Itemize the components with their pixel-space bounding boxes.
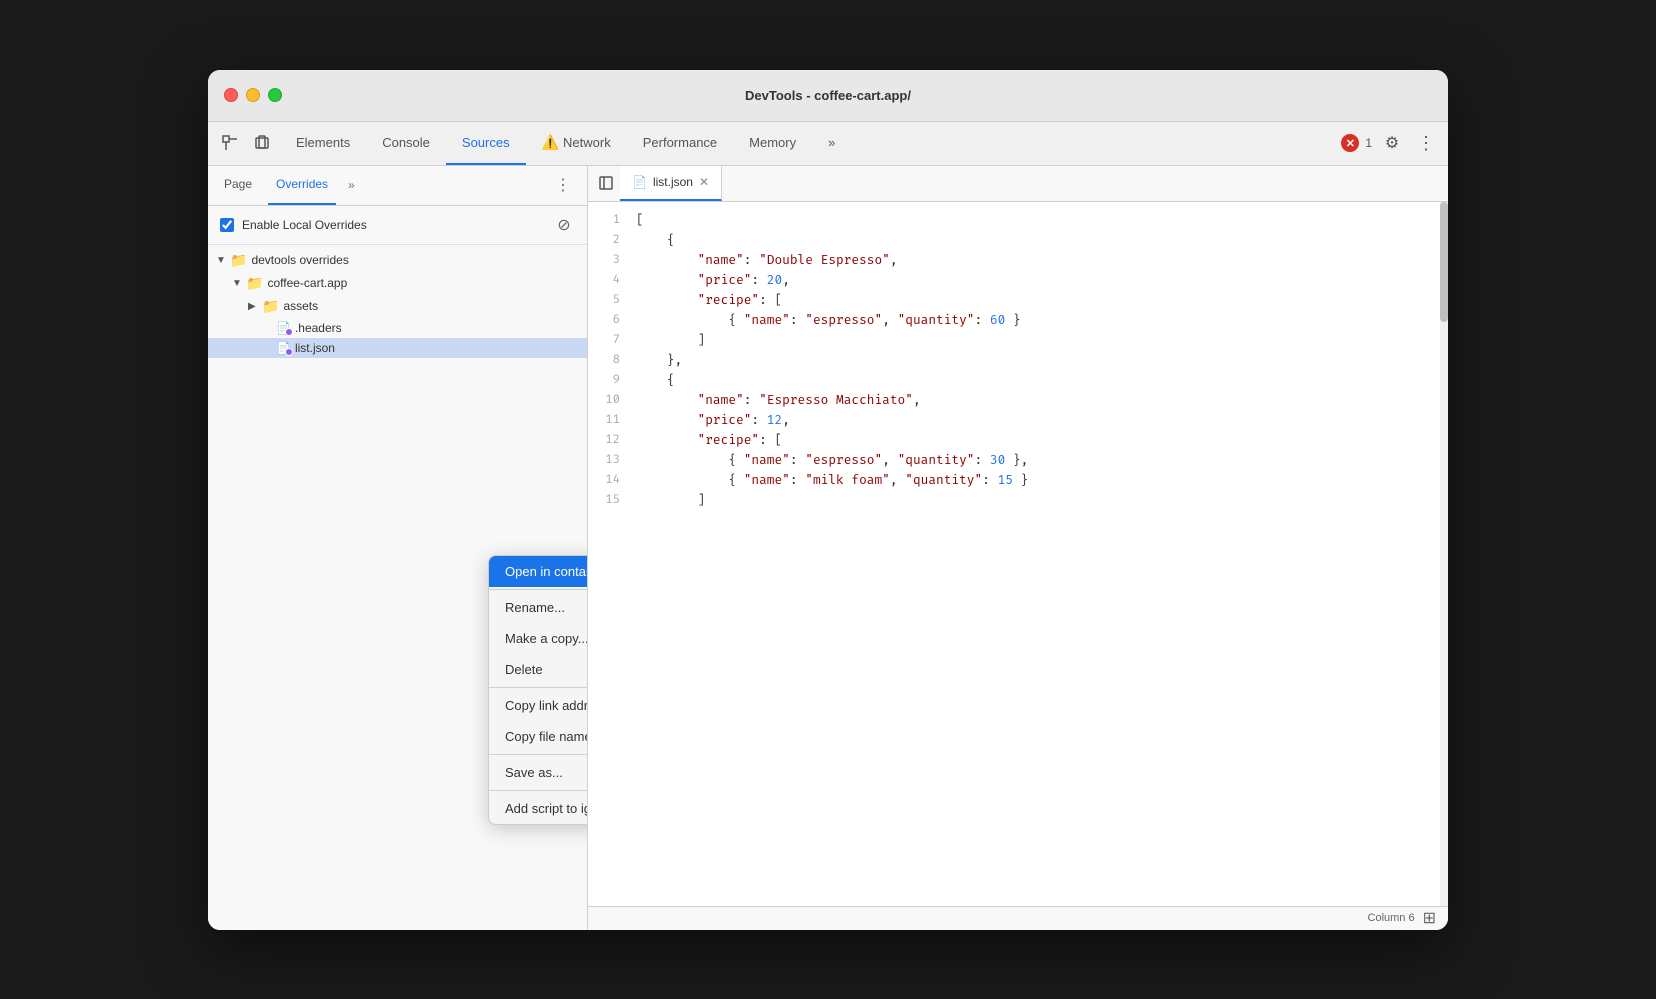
context-menu-divider-3 (489, 754, 587, 755)
code-line-7: 7 ] (588, 330, 1448, 350)
context-menu-item-save-as[interactable]: Save as... (489, 757, 587, 788)
code-line-3: 3 "name": "Double Espresso", (588, 250, 1448, 270)
tab-sources[interactable]: Sources (446, 122, 526, 165)
device-toolbar-button[interactable] (248, 129, 276, 157)
traffic-lights (224, 88, 282, 102)
close-tab-button[interactable]: ✕ (699, 175, 709, 189)
context-menu-divider-1 (489, 589, 587, 590)
cursor-position: Column 6 (1368, 912, 1415, 924)
sidebar-more-button[interactable]: ⋮ (551, 173, 575, 197)
scrollbar-thumb[interactable] (1440, 202, 1448, 322)
code-block: 1 [ 2 { 3 "name": "Double Espresso", 4 (588, 202, 1448, 518)
override-indicator (285, 348, 293, 356)
file-tree: ▼ 📁 devtools overrides ▼ 📁 coffee-cart.a… (208, 245, 587, 930)
error-icon: ✕ (1341, 134, 1359, 152)
expand-arrow: ▼ (216, 255, 228, 266)
code-line-6: 6 { "name": "espresso", "quantity": 60 } (588, 310, 1448, 330)
status-bar: Column 6 ⊞ (588, 906, 1448, 930)
enable-overrides-row: Enable Local Overrides ⊘ (208, 206, 587, 245)
panel-layout-icon (598, 175, 614, 191)
maximize-button[interactable] (268, 88, 282, 102)
editor-tabs: 📄 list.json ✕ (588, 166, 1448, 202)
context-menu-item-make-copy[interactable]: Make a copy... (489, 623, 587, 654)
tab-network[interactable]: ⚠️ Network (526, 122, 627, 165)
tree-item-headers[interactable]: ▶ 📄 .headers (208, 318, 587, 338)
code-line-12: 12 "recipe": [ (588, 430, 1448, 450)
code-line-10: 10 "name": "Espresso Macchiato", (588, 390, 1448, 410)
tab-more[interactable]: » (812, 122, 851, 165)
context-menu-item-copy-filename[interactable]: Copy file name (489, 721, 587, 752)
sidebar-tabs-more[interactable]: » (348, 178, 355, 192)
code-line-2: 2 { (588, 230, 1448, 250)
code-line-5: 5 "recipe": [ (588, 290, 1448, 310)
editor-area: 📄 list.json ✕ 1 [ 2 { 3 (588, 166, 1448, 930)
file-override-icon: 📄 (276, 341, 291, 355)
file-tab-icon: 📄 (632, 175, 647, 189)
code-line-15: 15 ] (588, 490, 1448, 510)
code-line-11: 11 "price": 12, (588, 410, 1448, 430)
code-line-9: 9 { (588, 370, 1448, 390)
sidebar-actions: ⋮ (547, 173, 579, 197)
toolbar-right: ✕ 1 ⚙ ⋮ (1341, 129, 1440, 157)
inspect-element-button[interactable] (216, 129, 244, 157)
context-menu-item-copy-link[interactable]: Copy link address (489, 690, 587, 721)
tab-memory[interactable]: Memory (733, 122, 812, 165)
editor-content[interactable]: 1 [ 2 { 3 "name": "Double Espresso", 4 (588, 202, 1448, 906)
context-menu-item-rename[interactable]: Rename... (489, 592, 587, 623)
main-area: Page Overrides » ⋮ Enable Local Override… (208, 166, 1448, 930)
expand-arrow: ▶ (248, 301, 260, 312)
panel-toggle-button[interactable] (592, 169, 620, 197)
context-menu: Open in containing folder Rename... Make… (488, 555, 587, 825)
tree-item-devtools-overrides[interactable]: ▼ 📁 devtools overrides (208, 249, 587, 272)
tree-item-coffee-cart-app[interactable]: ▼ 📁 coffee-cart.app (208, 272, 587, 295)
context-menu-item-add-ignore[interactable]: Add script to ignore list (489, 793, 587, 824)
more-options-button[interactable]: ⋮ (1412, 129, 1440, 157)
expand-status-button[interactable]: ⊞ (1423, 908, 1436, 928)
scrollbar-track[interactable] (1440, 202, 1448, 906)
context-menu-divider-2 (489, 687, 587, 688)
minimize-button[interactable] (246, 88, 260, 102)
tab-elements[interactable]: Elements (280, 122, 366, 165)
settings-button[interactable]: ⚙ (1378, 129, 1406, 157)
toolbar-tabs: Elements Console Sources ⚠️ Network Perf… (280, 122, 1337, 165)
expand-arrow: ▼ (232, 278, 244, 289)
code-line-1: 1 [ (588, 210, 1448, 230)
toolbar: Elements Console Sources ⚠️ Network Perf… (208, 122, 1448, 166)
folder-icon: 📁 (230, 252, 247, 269)
code-line-14: 14 { "name": "milk foam", "quantity": 15… (588, 470, 1448, 490)
devtools-window: DevTools - coffee-cart.app/ Elements Con… (208, 70, 1448, 930)
title-bar: DevTools - coffee-cart.app/ (208, 70, 1448, 122)
enable-overrides-checkbox[interactable] (220, 218, 234, 232)
tab-console[interactable]: Console (366, 122, 446, 165)
enable-overrides-label: Enable Local Overrides (242, 218, 367, 232)
context-menu-item-open-folder[interactable]: Open in containing folder (489, 556, 587, 587)
override-indicator (285, 328, 293, 336)
inspect-icon (222, 135, 238, 151)
file-override-icon: 📄 (276, 321, 291, 335)
close-button[interactable] (224, 88, 238, 102)
tree-item-assets[interactable]: ▶ 📁 assets (208, 295, 587, 318)
tab-performance[interactable]: Performance (627, 122, 733, 165)
folder-icon: 📁 (246, 275, 263, 292)
context-menu-item-delete[interactable]: Delete (489, 654, 587, 685)
tree-item-list-json[interactable]: ▶ 📄 list.json (208, 338, 587, 358)
code-line-13: 13 { "name": "espresso", "quantity": 30 … (588, 450, 1448, 470)
code-line-8: 8 }, (588, 350, 1448, 370)
clear-overrides-button[interactable]: ⊘ (553, 214, 575, 236)
editor-tab-list-json[interactable]: 📄 list.json ✕ (620, 166, 722, 201)
sidebar-tab-overrides[interactable]: Overrides (268, 166, 336, 205)
folder-icon: 📁 (262, 298, 279, 315)
sidebar-tabs: Page Overrides » ⋮ (208, 166, 587, 206)
sidebar-tab-page[interactable]: Page (216, 166, 260, 205)
window-title: DevTools - coffee-cart.app/ (745, 88, 911, 103)
code-line-4: 4 "price": 20, (588, 270, 1448, 290)
device-icon (254, 135, 270, 151)
network-warning-icon: ⚠️ (542, 134, 559, 151)
context-menu-divider-4 (489, 790, 587, 791)
sidebar: Page Overrides » ⋮ Enable Local Override… (208, 166, 588, 930)
